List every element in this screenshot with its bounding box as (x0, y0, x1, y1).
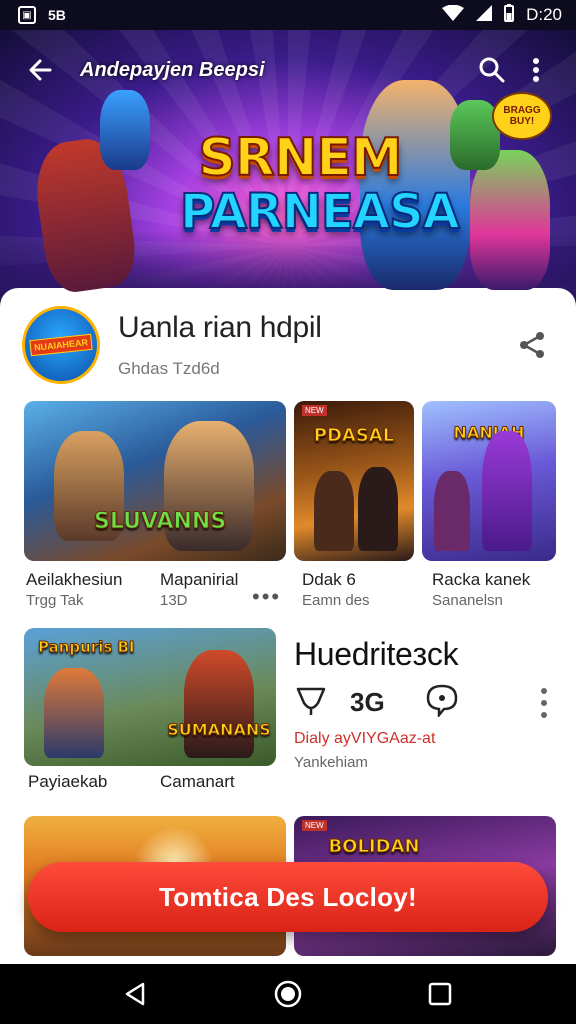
nav-home-icon (274, 980, 302, 1008)
system-nav-bar (0, 964, 576, 1024)
game-card-2-title: Mapanirial (160, 570, 239, 589)
overflow-menu-button[interactable] (514, 48, 558, 92)
chat-icon[interactable] (425, 683, 459, 722)
more-options-icon[interactable]: ••• (252, 584, 281, 610)
hero-banner: Andepayjen Beepsi BRAGG BUY! SRNEM PARNE… (0, 30, 576, 300)
app-icon[interactable]: NUAIAHEAR (22, 306, 100, 384)
clock: D:20 (526, 5, 562, 24)
share-button[interactable] (510, 323, 554, 367)
game-thumbnail: NEW PDASAL (294, 401, 414, 561)
game-thumbnail-title: SLUVANNS (94, 509, 227, 535)
game-card-2-subtitle: 13D (160, 592, 188, 609)
dot-icon (541, 700, 547, 706)
game-card-1[interactable]: SLUVANNS (24, 401, 286, 561)
game-card-1-subtitle: Trgg Tak (26, 592, 84, 609)
featured-more-button[interactable] (532, 686, 556, 720)
game-thumbnail-top-title: Panpuris BI (38, 638, 136, 657)
signal-icon (476, 4, 493, 26)
game-logo: SRNEM PARNEASA (179, 128, 461, 240)
game-thumbnail: SLUVANNS (24, 401, 286, 561)
game-thumbnail-title: NANIAH (453, 423, 525, 443)
game-logo-line2: PARNEASA (179, 184, 461, 240)
wifi-icon (442, 4, 465, 26)
game-logo-line1: SRNEM (197, 128, 403, 188)
nav-back-icon (125, 982, 145, 1006)
game-card-3-subtitle: Eamn des (302, 592, 370, 609)
top-app-bar: Andepayjen Beepsi (0, 30, 576, 110)
game-thumbnail-title: PDASAL (313, 425, 395, 447)
share-icon (520, 332, 544, 358)
content-sheet: NUAIAHEAR Uanla rian hdpil Ghdas Tzd6d S… (0, 288, 576, 964)
nav-home-button[interactable] (266, 972, 310, 1016)
network-badge: 3G (350, 687, 385, 717)
game-card-5[interactable]: Panpuris BI SUMANANS (24, 628, 276, 766)
game-thumbnail-title: BOLIDAN (328, 836, 420, 858)
app-title: Uanla rian hdpil (118, 311, 322, 344)
featured-subtitle: Yankehiam (294, 754, 368, 771)
dot-icon (541, 688, 547, 694)
game-card-4[interactable]: NANIAH (422, 401, 556, 561)
toolbar-title: Andepayjen Beepsi (80, 58, 265, 81)
app-header: NUAIAHEAR Uanla rian hdpil Ghdas Tzd6d (22, 300, 554, 390)
dot-icon (541, 712, 547, 718)
featured-tagline: Dialy ayVIYGAaz-at (294, 730, 436, 747)
back-button[interactable] (18, 48, 62, 92)
trophy-icon[interactable] (294, 683, 328, 722)
more-vert-icon (533, 58, 539, 82)
game-card-5-title: Payiaekab (28, 772, 108, 791)
hero-character-right (470, 150, 550, 290)
game-card-6-title: Camanart (160, 772, 235, 791)
game-thumbnail: Panpuris BI SUMANANS (24, 628, 276, 766)
sim-box-icon: ▣ (18, 6, 36, 24)
game-card-3-title: Ddak 6 (302, 570, 356, 589)
game-card-4-subtitle: Sananelsn (432, 592, 503, 609)
app-subtitle: Ghdas Tzd6d (118, 359, 220, 378)
status-bar: ▣ 5B D:20 (0, 0, 576, 30)
nav-recents-button[interactable] (418, 972, 462, 1016)
notification-tag-icon: 5B (48, 7, 66, 23)
back-arrow-icon (29, 59, 52, 81)
game-card-4-title: Racka kanek (432, 570, 531, 589)
game-card-1-title: Aeilakhesiun (26, 570, 123, 589)
nav-recents-icon (428, 982, 452, 1006)
featured-title: Huedriteзck (294, 636, 459, 672)
search-icon (479, 57, 505, 83)
game-thumbnail-title: SUMANANS (167, 720, 272, 740)
primary-cta-button[interactable]: Tomtica Des Locloy! (28, 862, 548, 932)
game-card-3[interactable]: NEW PDASAL (294, 401, 414, 561)
nav-back-button[interactable] (114, 972, 158, 1016)
app-icon-label: NUAIAHEAR (29, 333, 93, 357)
search-button[interactable] (470, 48, 514, 92)
battery-icon (504, 3, 515, 27)
game-thumbnail: NANIAH (422, 401, 556, 561)
